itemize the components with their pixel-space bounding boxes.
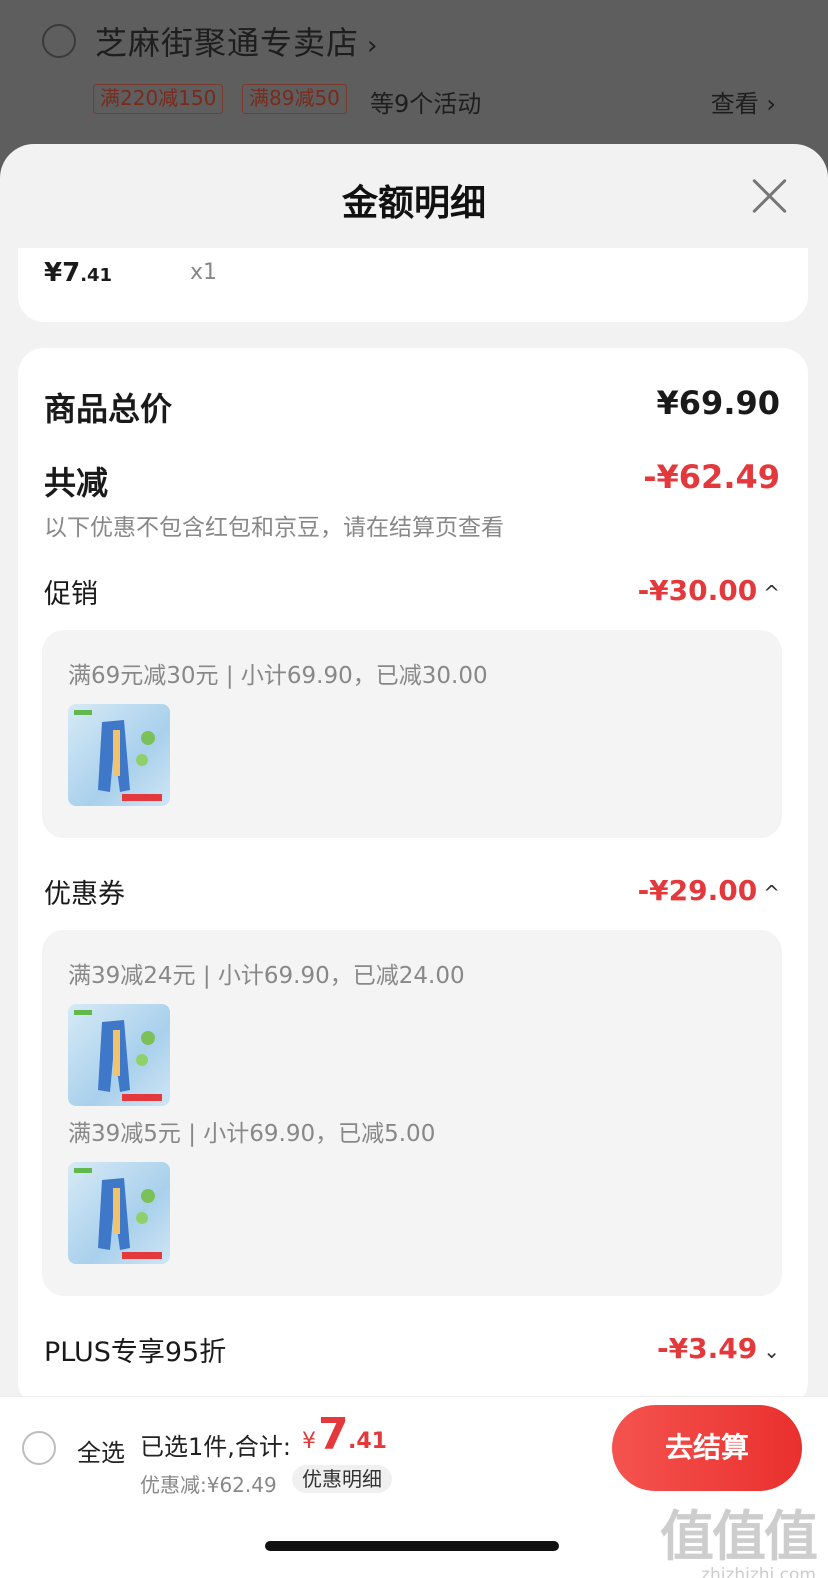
total-currency: ¥ bbox=[302, 1429, 316, 1454]
coupon-value: -¥29.00 bbox=[637, 874, 758, 907]
store-select-radio[interactable] bbox=[42, 24, 76, 58]
total-amount-int: 7 bbox=[318, 1409, 349, 1460]
pants-image bbox=[74, 1010, 162, 1101]
watermark: 值值值 zhizhizhi.com bbox=[660, 1492, 818, 1578]
plus-value: -¥3.49 bbox=[657, 1332, 758, 1365]
promotion-value: -¥30.00 bbox=[637, 574, 758, 607]
amount-detail-sheet: 金额明细 ¥7.41 x1 商品总价 ¥69.90 共减 -¥62.49 以下优… bbox=[0, 144, 828, 1578]
select-all-label[interactable]: 全选 bbox=[77, 1433, 125, 1468]
sheet-title: 金额明细 bbox=[341, 183, 486, 224]
discount-summary: 优惠减:¥62.49 bbox=[140, 1473, 277, 1497]
view-promos-link[interactable]: 查看 › bbox=[711, 84, 776, 119]
coupon-toggle[interactable]: -¥29.00 ^ bbox=[638, 874, 780, 907]
item-card: ¥7.41 x1 bbox=[18, 248, 808, 322]
chevron-down-icon: ⌄ bbox=[763, 1339, 780, 1363]
total-amount-decimal: .41 bbox=[348, 1429, 387, 1454]
promo-more-text: 等9个活动 bbox=[370, 90, 482, 118]
promotion-label: 促销 bbox=[44, 579, 98, 610]
selected-count-text: 已选1件,合计: bbox=[140, 1433, 291, 1461]
product-thumbnail[interactable] bbox=[68, 1004, 170, 1106]
home-indicator bbox=[265, 1541, 559, 1551]
coupon-label: 优惠券 bbox=[44, 879, 125, 910]
reduced-label: 共减 bbox=[44, 464, 109, 502]
store-name-link[interactable]: 芝麻街聚通专卖店 › bbox=[95, 18, 378, 64]
pants-image bbox=[74, 1168, 162, 1259]
coupon-detail-line-1: 满39减24元 | 小计69.90，已减24.00 bbox=[68, 963, 465, 989]
promotion-group: 满69元减30元 | 小计69.90，已减30.00 bbox=[42, 630, 782, 838]
reduced-value: -¥62.49 bbox=[643, 458, 780, 496]
item-quantity: x1 bbox=[190, 260, 218, 285]
discount-note: 以下优惠不包含红包和京豆，请在结算页查看 bbox=[44, 515, 504, 541]
item-price-decimal: .41 bbox=[80, 265, 113, 286]
plus-label: PLUS专享95折 bbox=[44, 1337, 227, 1368]
watermark-logo: 值值值 bbox=[660, 1505, 818, 1568]
chevron-up-icon: ^ bbox=[763, 881, 780, 905]
plus-toggle[interactable]: -¥3.49 ⌄ bbox=[657, 1332, 780, 1365]
pants-image bbox=[74, 710, 162, 801]
total-price-value: ¥69.90 bbox=[656, 384, 780, 422]
chevron-right-icon: › bbox=[367, 31, 379, 61]
promo-tag-1: 满220减150 bbox=[93, 84, 224, 114]
store-name: 芝麻街聚通专卖店 bbox=[95, 24, 360, 62]
total-price-label: 商品总价 bbox=[44, 390, 173, 428]
price-breakdown-card: 商品总价 ¥69.90 共减 -¥62.49 以下优惠不包含红包和京豆，请在结算… bbox=[18, 348, 808, 1408]
chevron-up-icon: ^ bbox=[763, 581, 780, 605]
item-price-main: ¥7 bbox=[44, 258, 81, 288]
promotion-detail-line: 满69元减30元 | 小计69.90，已减30.00 bbox=[68, 663, 488, 689]
select-all-radio[interactable] bbox=[22, 1431, 56, 1465]
close-icon[interactable] bbox=[750, 176, 790, 216]
product-thumbnail[interactable] bbox=[68, 704, 170, 806]
coupon-detail-line-2: 满39减5元 | 小计69.90，已减5.00 bbox=[68, 1121, 436, 1147]
discount-detail-button[interactable]: 优惠明细 bbox=[292, 1465, 392, 1493]
checkout-button[interactable]: 去结算 bbox=[612, 1405, 802, 1491]
product-thumbnail[interactable] bbox=[68, 1162, 170, 1264]
promotion-toggle[interactable]: -¥30.00 ^ bbox=[638, 574, 780, 607]
coupon-group: 满39减24元 | 小计69.90，已减24.00 满39减5元 | 小计69.… bbox=[42, 930, 782, 1296]
promo-tag-2: 满89减50 bbox=[242, 84, 347, 114]
item-price: ¥7.41 bbox=[44, 258, 112, 288]
